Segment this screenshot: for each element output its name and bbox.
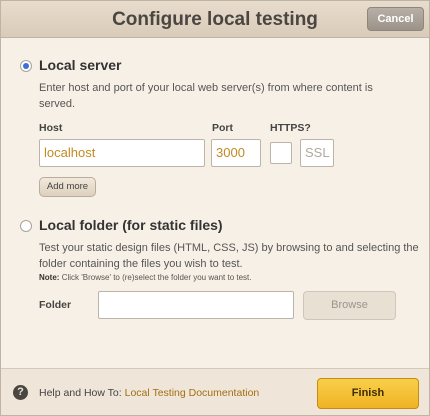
port-input[interactable]: 3000 (211, 139, 261, 167)
ssl-input[interactable]: SSL (300, 139, 334, 167)
documentation-link[interactable]: Local Testing Documentation (125, 387, 260, 399)
question-icon[interactable]: ? (13, 385, 28, 400)
local-server-radio[interactable] (20, 60, 32, 72)
dialog-header: Configure local testing Cancel (1, 1, 429, 38)
host-input[interactable]: localhost (39, 139, 205, 167)
https-label: HTTPS? (270, 122, 311, 134)
configure-local-testing-dialog: Configure local testing Cancel Local ser… (0, 0, 430, 416)
folder-input[interactable] (98, 291, 294, 319)
local-folder-radio[interactable] (20, 220, 32, 232)
help-text: Help and How To: Local Testing Documenta… (39, 387, 259, 399)
browse-note: Note: Click 'Browse' to (re)select the f… (39, 273, 251, 282)
finish-button[interactable]: Finish (317, 378, 419, 409)
local-folder-title: Local folder (for static files) (39, 217, 223, 233)
host-label: Host (39, 122, 63, 134)
https-checkbox[interactable] (270, 142, 292, 164)
local-server-title: Local server (39, 57, 122, 73)
browse-button[interactable]: Browse (303, 291, 396, 320)
add-more-button[interactable]: Add more (39, 177, 96, 197)
folder-label: Folder (39, 299, 72, 311)
local-folder-description: Test your static design files (HTML, CSS… (39, 242, 419, 270)
port-label: Port (212, 122, 233, 134)
note-prefix: Note: (39, 273, 60, 282)
dialog-footer: ? Help and How To: Local Testing Documen… (1, 368, 429, 415)
note-text: Click 'Browse' to (re)select the folder … (61, 273, 252, 282)
dialog-title: Configure local testing (112, 9, 318, 30)
cancel-button[interactable]: Cancel (367, 7, 424, 31)
help-prefix: Help and How To: (39, 387, 125, 399)
local-server-description: Enter host and port of your local web se… (39, 82, 373, 110)
